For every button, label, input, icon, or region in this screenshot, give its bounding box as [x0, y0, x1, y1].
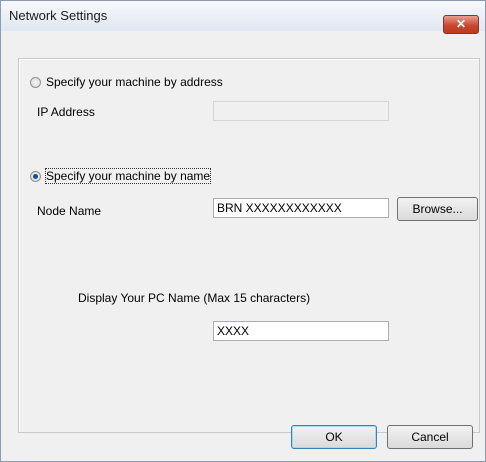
- name-radio[interactable]: [30, 170, 41, 182]
- pc-name-label: Display Your PC Name (Max 15 characters): [78, 291, 311, 305]
- ok-button[interactable]: OK: [291, 425, 377, 449]
- address-radio-label[interactable]: Specify your machine by address: [46, 75, 223, 89]
- pc-name-input[interactable]: [213, 321, 389, 341]
- network-settings-dialog: Network Settings ✕ Specify your machine …: [0, 0, 486, 462]
- name-radio-label[interactable]: Specify your machine by name: [44, 168, 212, 184]
- close-button[interactable]: ✕: [443, 15, 479, 34]
- dialog-body: Specify your machine by address IP Addre…: [9, 37, 480, 453]
- address-radio-option[interactable]: Specify your machine by address: [30, 75, 223, 89]
- ip-address-label: IP Address: [37, 105, 95, 119]
- cancel-button[interactable]: Cancel: [387, 425, 473, 449]
- node-name-label: Node Name: [37, 204, 102, 218]
- title-bar: Network Settings ✕: [1, 1, 485, 34]
- settings-group: Specify your machine by address IP Addre…: [18, 58, 480, 433]
- close-icon: ✕: [455, 17, 467, 31]
- dialog-title: Network Settings: [9, 8, 108, 23]
- node-name-input[interactable]: [213, 198, 389, 218]
- ip-address-input[interactable]: [213, 101, 389, 121]
- address-radio[interactable]: [30, 76, 41, 88]
- name-radio-option[interactable]: Specify your machine by name: [30, 168, 212, 184]
- browse-button[interactable]: Browse...: [397, 197, 478, 221]
